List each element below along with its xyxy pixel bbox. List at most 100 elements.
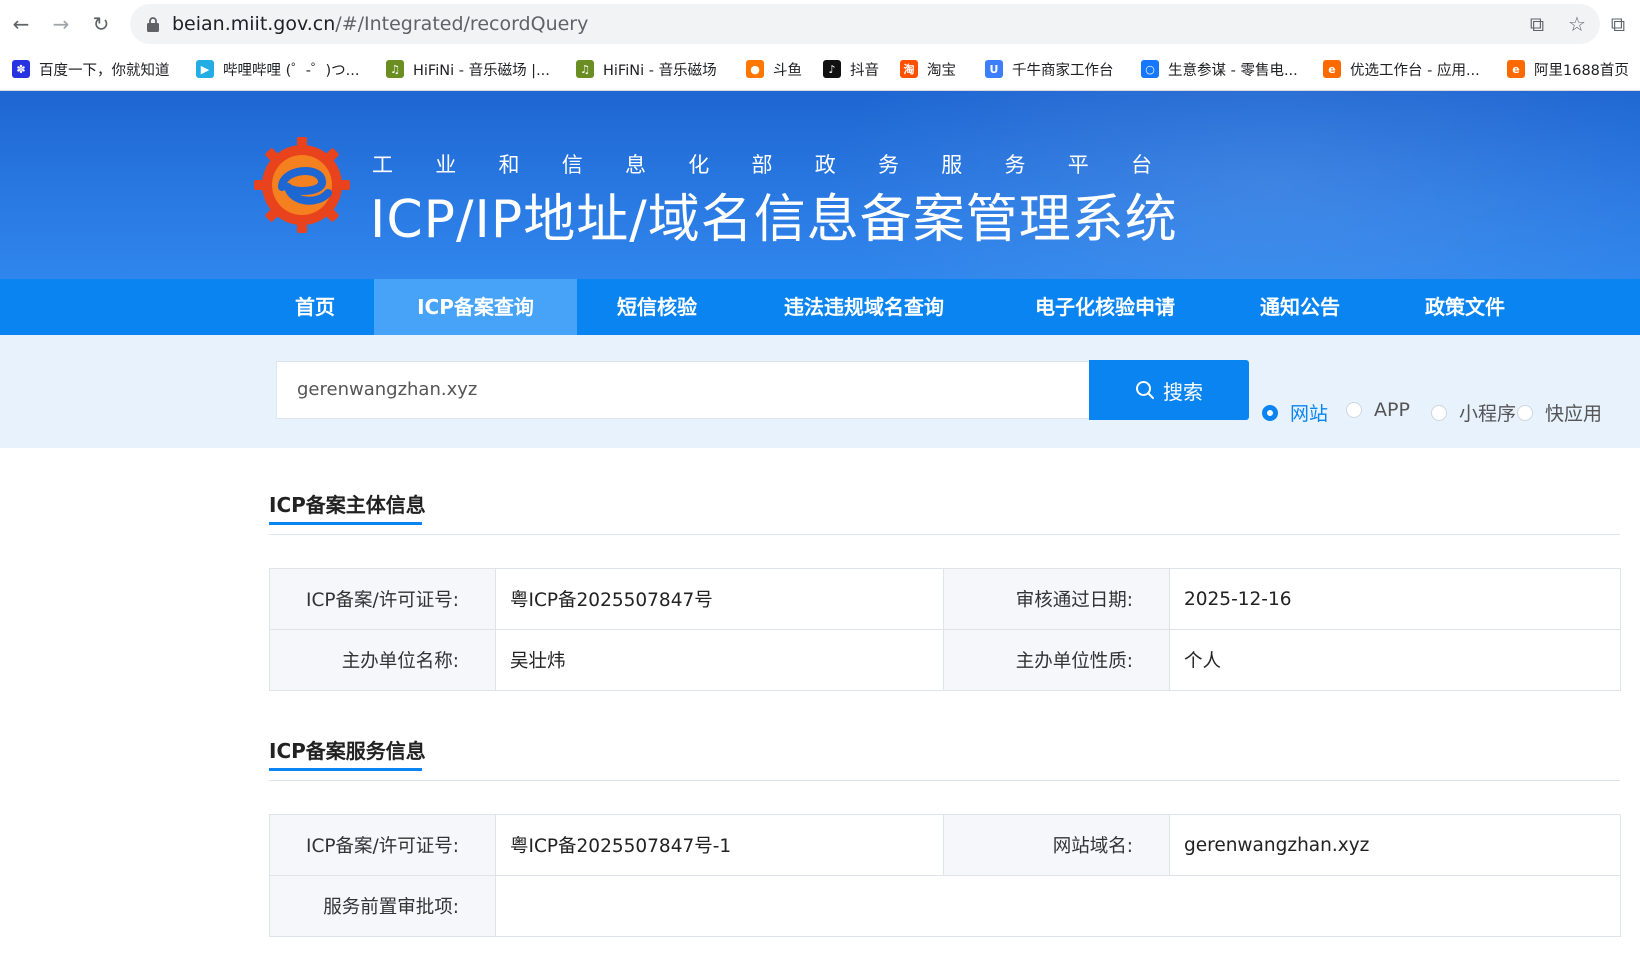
nav-electronic-verify[interactable]: 电子化核验申请	[1015, 279, 1195, 335]
section-divider	[269, 534, 1620, 535]
bookmark-label: 优选工作台 - 应用...	[1350, 62, 1480, 79]
subtitle-char: 服	[941, 153, 963, 177]
bookmarks-bar: ✽ 百度一下，你就知道 ▶ 哔哩哔哩 (゜-゜)つ... ♫ HiFiNi - 音乐磁场 …	[0, 48, 1640, 91]
subtitle-char: 平	[1067, 153, 1089, 177]
nav-icp-query[interactable]: ICP备案查询	[374, 279, 577, 335]
search-icon	[1136, 381, 1154, 399]
bookmark-label: 哔哩哔哩 (゜-゜)つ...	[223, 62, 360, 79]
value-cell: 吴壮炜	[495, 629, 944, 691]
hifini-icon: ♫	[386, 60, 404, 78]
bookmark-label: 抖音	[850, 62, 879, 79]
douyu-icon: ●	[746, 60, 764, 78]
label-cell: 服务前置审批项:	[269, 875, 496, 937]
site-subtitle: 工业和信息化部政务服务平台	[372, 149, 1152, 179]
bookmark-label: HiFiNi - 音乐磁场 |...	[413, 62, 550, 79]
extensions-icon[interactable]: ⧉	[1606, 12, 1630, 36]
value-cell: gerenwangzhan.xyz	[1169, 814, 1621, 876]
bookmark-label: 生意参谋 - 零售电...	[1168, 62, 1298, 79]
share-icon[interactable]: ⧉	[1526, 13, 1548, 35]
lock-icon	[147, 17, 159, 32]
section-title-service: ICP备案服务信息	[269, 739, 426, 763]
value-cell: 粤ICP备2025507847号	[495, 568, 944, 630]
subtitle-char: 务	[878, 153, 899, 177]
bookmark-item[interactable]: e 优选工作台 - 应用...	[1323, 58, 1480, 80]
bookmark-label: HiFiNi - 音乐磁场	[603, 62, 717, 79]
subtitle-char: 业	[435, 153, 457, 177]
label-cell: ICP备案/许可证号:	[269, 814, 496, 876]
bookmark-item[interactable]: ♫ HiFiNi - 音乐磁场 |...	[386, 58, 550, 80]
douyin-icon: ♪	[823, 60, 841, 78]
radio-dot	[1346, 402, 1362, 418]
search-panel: gerenwangzhan.xyz 搜索 网站 APP 小程序 快应用	[0, 335, 1640, 448]
value-cell	[495, 875, 1621, 937]
taobao-icon: 淘	[900, 60, 918, 78]
bookmark-item[interactable]: ▶ 哔哩哔哩 (゜-゜)つ...	[196, 58, 359, 80]
bookmark-label: 千牛商家工作台	[1012, 62, 1114, 79]
nav-home[interactable]: 首页	[270, 279, 360, 335]
service-info-table: ICP备案/许可证号: 粤ICP备2025507847号-1 网站域名: ger…	[269, 814, 1621, 937]
subtitle-char: 台	[1131, 153, 1152, 177]
table-row: 主办单位名称: 吴壮炜 主办单位性质: 个人	[269, 629, 1621, 691]
subtitle-char: 工	[372, 153, 393, 177]
bookmark-item[interactable]: U 千牛商家工作台	[985, 58, 1114, 80]
bookmark-label: 淘宝	[927, 62, 956, 79]
search-button[interactable]: 搜索	[1089, 360, 1249, 420]
subtitle-char: 务	[1004, 153, 1026, 177]
search-button-label: 搜索	[1163, 379, 1203, 404]
search-input[interactable]: gerenwangzhan.xyz	[276, 361, 1090, 419]
back-arrow-icon[interactable]: ←	[9, 12, 33, 36]
forward-arrow-icon[interactable]: →	[49, 12, 73, 36]
bookmark-label: 百度一下，你就知道	[39, 62, 170, 79]
bookmark-label: 阿里1688首页	[1534, 62, 1629, 79]
radio-quick-app[interactable]: 快应用	[1517, 399, 1602, 426]
radio-label: APP	[1374, 399, 1410, 421]
qianniu-icon: U	[985, 60, 1003, 78]
section-underline	[269, 768, 422, 771]
radio-label: 小程序	[1459, 403, 1517, 425]
bookmark-item[interactable]: ✽ 百度一下，你就知道	[12, 58, 170, 80]
subject-info-table: ICP备案/许可证号: 粤ICP备2025507847号 审核通过日期: 202…	[269, 568, 1621, 691]
label-cell: 网站域名:	[943, 814, 1170, 876]
label-cell: 审核通过日期:	[943, 568, 1170, 630]
bookmark-item[interactable]: ○ 生意参谋 - 零售电...	[1141, 58, 1298, 80]
nav-illegal-domain-query[interactable]: 违法违规域名查询	[760, 279, 968, 335]
site-title: ICP/IP地址/域名信息备案管理系统	[370, 190, 1178, 250]
nav-sms-verify[interactable]: 短信核验	[595, 279, 719, 335]
baidu-icon: ✽	[12, 60, 30, 78]
bookmark-item[interactable]: e 阿里1688首页	[1507, 58, 1629, 80]
radio-dot	[1262, 404, 1278, 421]
radio-label: 网站	[1290, 403, 1329, 425]
radio-app[interactable]: APP	[1346, 399, 1410, 421]
bookmark-label: 斗鱼	[773, 62, 802, 79]
section-title-subject: ICP备案主体信息	[269, 493, 426, 517]
table-row: 服务前置审批项:	[269, 875, 1621, 937]
bookmark-item[interactable]: 淘淘宝	[900, 58, 956, 80]
bookmark-item[interactable]: ♪ 抖音	[823, 58, 879, 80]
nav-notices[interactable]: 通知公告	[1245, 279, 1355, 335]
value-cell: 2025-12-16	[1169, 568, 1621, 630]
address-bar[interactable]: beian.miit.gov.cn/#/Integrated/recordQue…	[130, 4, 1600, 44]
table-row: ICP备案/许可证号: 粤ICP备2025507847号-1 网站域名: ger…	[269, 814, 1621, 876]
alibaba-icon: e	[1323, 60, 1341, 78]
url-text: beian.miit.gov.cn/#/Integrated/recordQue…	[172, 4, 588, 44]
url-host: beian.miit.gov.cn	[172, 13, 336, 35]
value-cell: 个人	[1169, 629, 1621, 691]
value-cell: 粤ICP备2025507847号-1	[495, 814, 944, 876]
bilibili-icon: ▶	[196, 60, 214, 78]
label-cell: ICP备案/许可证号:	[269, 568, 496, 630]
star-icon[interactable]: ☆	[1566, 13, 1588, 35]
nav-policy-docs[interactable]: 政策文件	[1410, 279, 1520, 335]
main-nav: 首页 ICP备案查询 短信核验 违法违规域名查询 电子化核验申请 通知公告 政策…	[0, 279, 1640, 335]
bookmark-item[interactable]: ● 斗鱼	[746, 58, 802, 80]
radio-website[interactable]: 网站	[1262, 399, 1328, 426]
subtitle-char: 政	[814, 153, 836, 177]
radio-mini-program[interactable]: 小程序	[1431, 399, 1516, 426]
subtitle-char: 化	[688, 153, 710, 177]
url-path: /#/Integrated/recordQuery	[335, 13, 589, 35]
radio-label: 快应用	[1545, 403, 1603, 425]
reload-icon[interactable]: ↻	[89, 12, 113, 36]
radio-dot	[1517, 404, 1533, 421]
site-header: 工 业 和 信 息 化 部 政 务 服 务 平 台 ICP/IP地址/域名信息备案管理系统	[0, 91, 1640, 279]
section-divider	[269, 780, 1620, 781]
bookmark-item[interactable]: ♫ HiFiNi - 音乐磁场	[576, 58, 717, 80]
